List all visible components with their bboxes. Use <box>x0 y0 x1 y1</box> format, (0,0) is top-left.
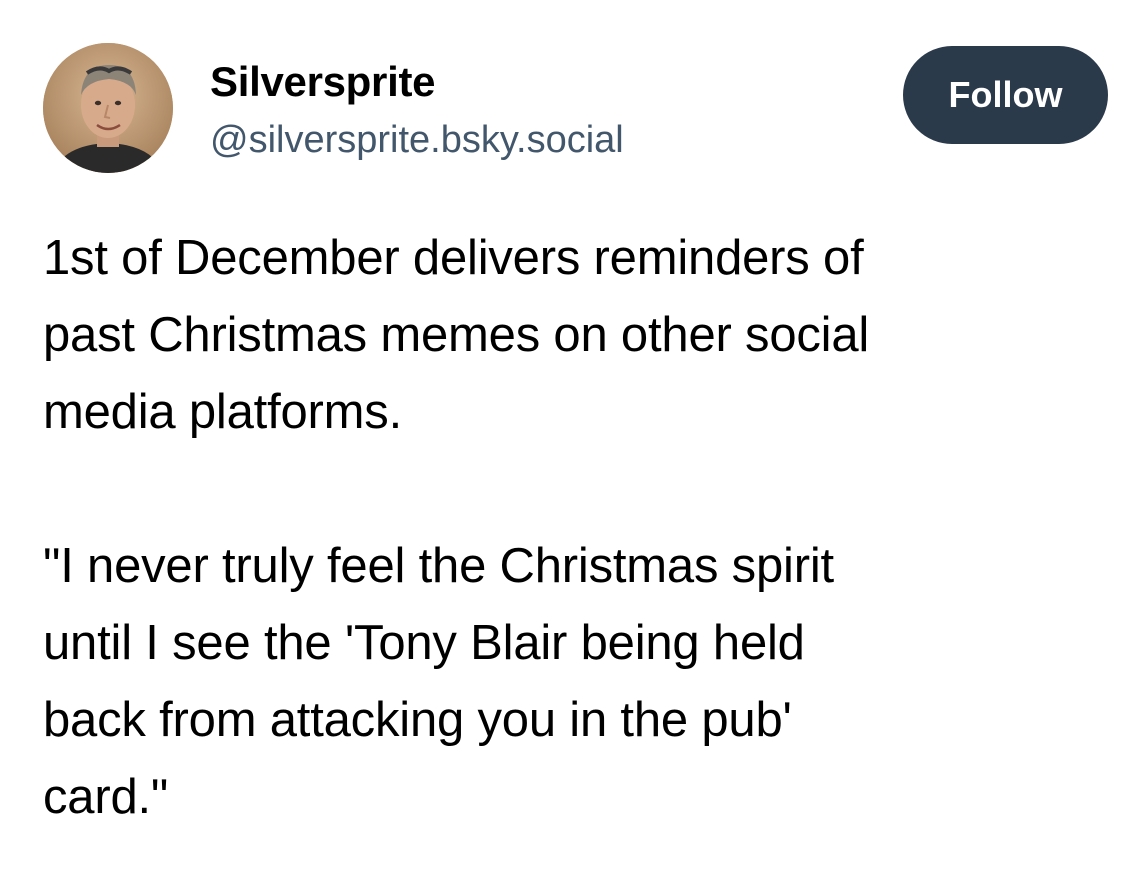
avatar[interactable] <box>43 43 173 173</box>
user-avatar-photo-icon <box>43 43 173 173</box>
post-card: Silversprite @silversprite.bsky.social F… <box>0 0 1121 879</box>
post-paragraph: 1st of December delivers reminders of pa… <box>43 231 870 439</box>
follow-button[interactable]: Follow <box>903 46 1108 144</box>
author-display-name[interactable]: Silversprite <box>210 58 624 106</box>
post-text: 1st of December delivers reminders of pa… <box>43 220 1103 836</box>
post-paragraph: "I never truly feel the Christmas spirit… <box>43 539 834 824</box>
author-info: Silversprite @silversprite.bsky.social <box>210 58 624 162</box>
author-handle[interactable]: @silversprite.bsky.social <box>210 118 624 162</box>
